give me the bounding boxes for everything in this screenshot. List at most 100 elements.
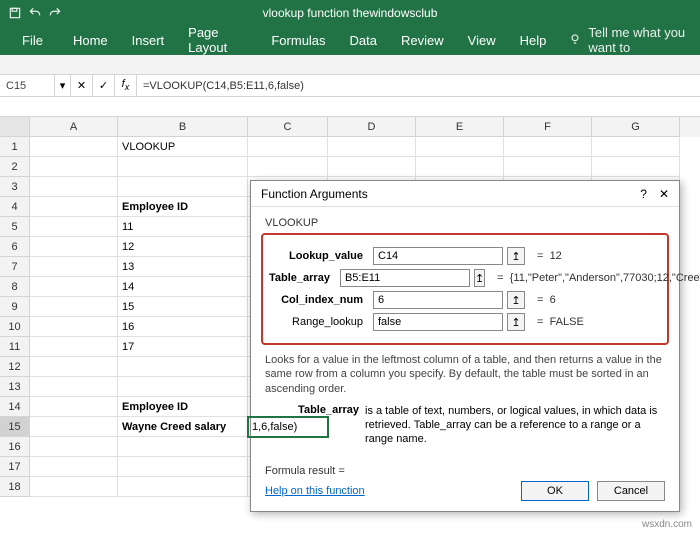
cell[interactable] [30,277,118,297]
cell[interactable]: 14 [118,277,248,297]
save-icon[interactable] [8,6,22,20]
formula-input[interactable]: =VLOOKUP(C14,B5:E11,6,false) [137,75,700,96]
row-header[interactable]: 1 [0,137,30,157]
cell[interactable] [592,137,680,157]
tab-file[interactable]: File [10,25,61,55]
cell[interactable]: Employee ID [118,197,248,217]
cell[interactable] [118,377,248,397]
cell[interactable] [248,157,328,177]
cell[interactable]: 13 [118,257,248,277]
help-icon[interactable]: ? [640,187,647,201]
row-header[interactable]: 4 [0,197,30,217]
enter-formula-icon[interactable]: ✓ [93,75,115,96]
help-link[interactable]: Help on this function [265,485,365,497]
name-box[interactable]: C15 [0,75,55,96]
cell[interactable]: 15 [118,297,248,317]
tab-insert[interactable]: Insert [120,25,177,55]
cell[interactable] [504,157,592,177]
col-header-b[interactable]: B [118,117,248,137]
tab-page-layout[interactable]: Page Layout [176,25,259,55]
cell[interactable]: Employee ID [118,397,248,417]
row-header[interactable]: 17 [0,457,30,477]
col-header-c[interactable]: C [248,117,328,137]
cancel-button[interactable]: Cancel [597,481,665,501]
arg-input-range-lookup[interactable] [373,313,503,331]
cell[interactable] [592,157,680,177]
dialog-titlebar[interactable]: Function Arguments ? ✕ [251,181,679,207]
cell[interactable]: 17 [118,337,248,357]
row-header[interactable]: 16 [0,437,30,457]
fx-icon[interactable]: fx [115,75,137,96]
name-box-dropdown-icon[interactable]: ▾ [55,75,71,96]
range-select-icon[interactable]: ↥ [507,247,525,265]
cell[interactable] [30,397,118,417]
row-header[interactable]: 5 [0,217,30,237]
cell[interactable] [30,297,118,317]
tab-data[interactable]: Data [338,25,389,55]
tab-help[interactable]: Help [508,25,559,55]
cell[interactable] [416,137,504,157]
row-header[interactable]: 13 [0,377,30,397]
cell[interactable]: 16 [118,317,248,337]
range-select-icon[interactable]: ↥ [507,313,525,331]
row-header[interactable]: 12 [0,357,30,377]
tab-review[interactable]: Review [389,25,456,55]
cell[interactable]: 12 [118,237,248,257]
cell[interactable] [118,477,248,497]
cell[interactable]: VLOOKUP [118,137,248,157]
arg-input-lookup-value[interactable] [373,247,503,265]
redo-icon[interactable] [48,6,62,20]
undo-icon[interactable] [28,6,42,20]
row-header[interactable]: 7 [0,257,30,277]
cell[interactable] [30,217,118,237]
cell[interactable] [30,377,118,397]
cell[interactable]: Wayne Creed salary [118,417,248,437]
cell[interactable] [328,137,416,157]
cell[interactable] [118,457,248,477]
row-header[interactable]: 15 [0,417,30,437]
cell[interactable] [248,137,328,157]
row-header[interactable]: 18 [0,477,30,497]
range-select-icon[interactable]: ↥ [474,269,485,287]
cell[interactable] [504,137,592,157]
arg-input-col-index[interactable] [373,291,503,309]
ok-button[interactable]: OK [521,481,589,501]
row-header[interactable]: 14 [0,397,30,417]
row-header[interactable]: 3 [0,177,30,197]
cell[interactable] [30,197,118,217]
col-header-g[interactable]: G [592,117,680,137]
cell[interactable] [30,137,118,157]
tab-view[interactable]: View [456,25,508,55]
arg-input-table-array[interactable] [340,269,470,287]
active-cell[interactable]: 1,6,false) [248,417,328,437]
cell[interactable] [30,177,118,197]
row-header[interactable]: 9 [0,297,30,317]
cell[interactable] [30,457,118,477]
cell[interactable]: 11 [118,217,248,237]
cell[interactable] [30,237,118,257]
col-header-f[interactable]: F [504,117,592,137]
col-header-a[interactable]: A [30,117,118,137]
cell[interactable] [416,157,504,177]
col-header-d[interactable]: D [328,117,416,137]
cell[interactable] [30,317,118,337]
tell-me-search[interactable]: Tell me what you want to [568,25,700,55]
cell[interactable] [118,157,248,177]
cell[interactable] [118,357,248,377]
cell[interactable] [30,357,118,377]
close-icon[interactable]: ✕ [659,187,669,201]
cell[interactable] [30,417,118,437]
row-header[interactable]: 2 [0,157,30,177]
cell[interactable] [30,437,118,457]
cell[interactable] [328,157,416,177]
cell[interactable] [30,337,118,357]
col-header-e[interactable]: E [416,117,504,137]
select-all-corner[interactable] [0,117,30,137]
cell[interactable] [118,437,248,457]
tab-formulas[interactable]: Formulas [259,25,337,55]
cell[interactable] [118,177,248,197]
row-header[interactable]: 10 [0,317,30,337]
row-header[interactable]: 11 [0,337,30,357]
cancel-formula-icon[interactable]: ✕ [71,75,93,96]
range-select-icon[interactable]: ↥ [507,291,525,309]
